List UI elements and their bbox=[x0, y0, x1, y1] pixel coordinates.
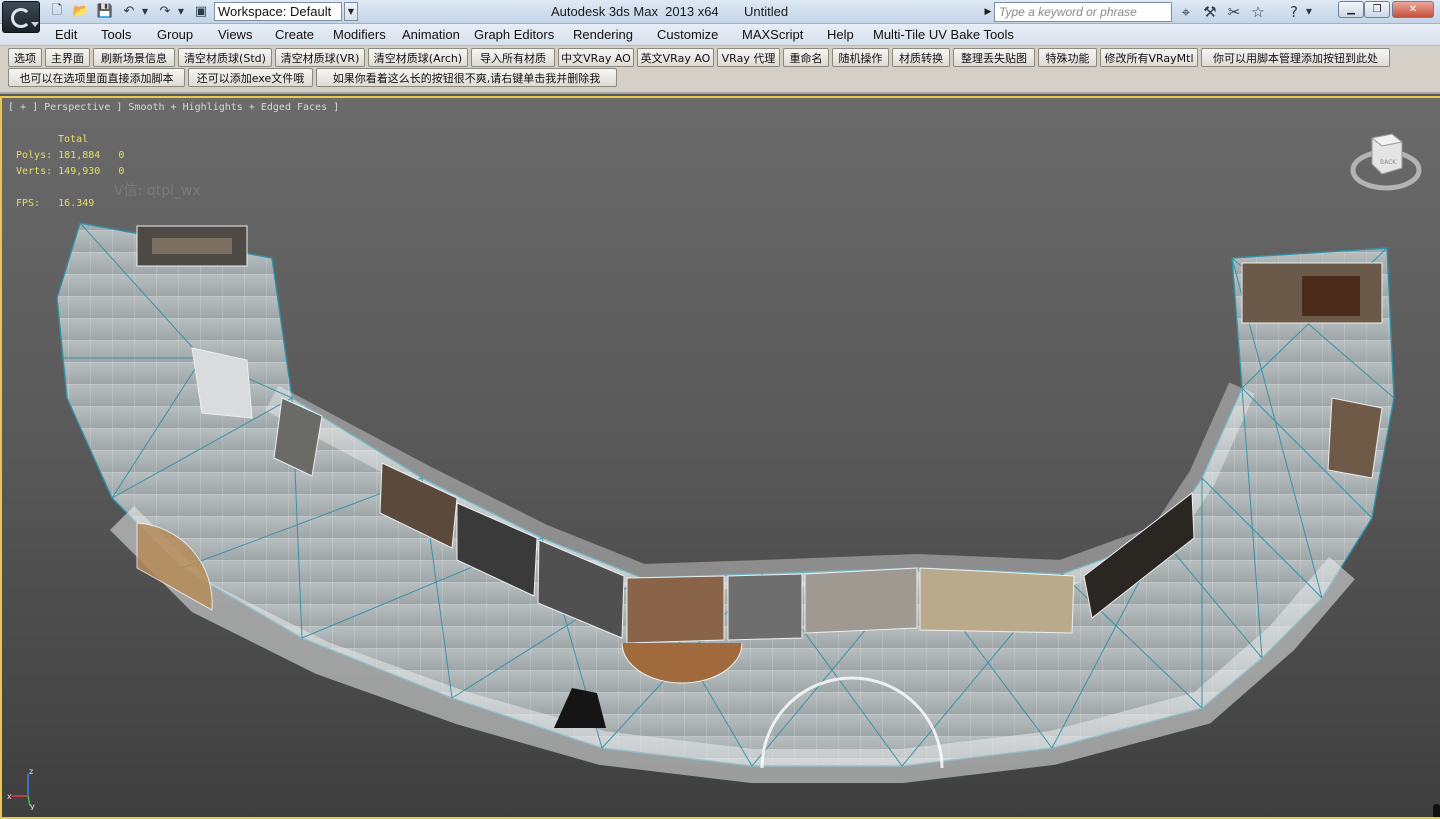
toolbar-button-clear-mtl-vr[interactable]: 清空材质球(VR) bbox=[275, 48, 365, 67]
perspective-viewport[interactable]: [ + ] Perspective ] Smooth + Highlights … bbox=[0, 96, 1440, 819]
help-icon[interactable]: ? bbox=[1284, 3, 1304, 21]
app-logo-icon bbox=[11, 8, 31, 28]
toolbar-button-random-ops[interactable]: 随机操作 bbox=[832, 48, 889, 67]
toolbar-button-import-materials[interactable]: 导入所有材质 bbox=[471, 48, 555, 67]
toolbar-button-clear-mtl-arch[interactable]: 清空材质球(Arch) bbox=[368, 48, 468, 67]
menu-help[interactable]: Help bbox=[827, 27, 854, 42]
undo-icon[interactable]: ↶ bbox=[120, 3, 138, 20]
stats-verts-selected: 0 bbox=[118, 166, 125, 177]
workspace-dropdown-icon[interactable]: ▼ bbox=[344, 2, 358, 21]
scene-render[interactable] bbox=[2, 98, 1440, 819]
toolbar-button-material-convert[interactable]: 材质转换 bbox=[892, 48, 950, 67]
menu-rendering[interactable]: Rendering bbox=[573, 27, 633, 42]
stats-verts: Verts: 149,930 0 bbox=[16, 164, 124, 180]
app-title: Autodesk 3ds Max 2013 x64 bbox=[551, 4, 719, 19]
toolbar-button-vray-ao-en[interactable]: 英文VRay AO bbox=[637, 48, 714, 67]
stats-polys: Polys: 181,884 0 bbox=[16, 148, 124, 164]
minimize-button[interactable]: ▁ bbox=[1338, 1, 1364, 18]
toolbar-button-options[interactable]: 选项 bbox=[8, 48, 42, 67]
stats-polys-total: 181,884 bbox=[58, 150, 101, 161]
binoculars-icon[interactable]: ⌖ bbox=[1176, 3, 1196, 21]
menu-create[interactable]: Create bbox=[275, 27, 314, 42]
undo-dropdown-icon[interactable]: ▼ bbox=[141, 3, 149, 20]
app-menu-arrow-icon bbox=[31, 22, 39, 27]
toolbar-button-vray-ao-cn[interactable]: 中文VRay AO bbox=[558, 48, 634, 67]
menu-tools[interactable]: Tools bbox=[101, 27, 131, 42]
stats-fps-value: 16.349 bbox=[58, 198, 95, 209]
toolbar-button-delete-me-hint[interactable]: 如果你看着这么长的按钮很不爽,请右键单击我并删除我 bbox=[316, 68, 617, 87]
toolbar-button-refresh-scene-info[interactable]: 刷新场景信息 bbox=[93, 48, 175, 67]
workspace-select[interactable]: Workspace: Default bbox=[214, 2, 342, 21]
menu-views[interactable]: Views bbox=[218, 27, 252, 42]
close-button[interactable]: ✕ bbox=[1392, 1, 1434, 18]
toolbar-button-rename[interactable]: 重命名 bbox=[783, 48, 829, 67]
toolbar-button-add-in-options-hint[interactable]: 也可以在选项里面直接添加脚本 bbox=[8, 68, 185, 87]
watermark: V信: qtpl_wx bbox=[114, 183, 201, 199]
toolbar-button-fix-missing-maps[interactable]: 整理丢失贴图 bbox=[953, 48, 1035, 67]
toolbar-button-add-script-hint[interactable]: 你可以用脚本管理添加按钮到此处 bbox=[1201, 48, 1390, 67]
stats-fps-label: FPS: bbox=[16, 198, 41, 209]
toolbar-button-modify-vraymtl[interactable]: 修改所有VRayMtl bbox=[1100, 48, 1198, 67]
menu-animation[interactable]: Animation bbox=[402, 27, 460, 42]
toolbar-button-add-exe-hint[interactable]: 还可以添加exe文件哦 bbox=[188, 68, 313, 87]
axis-x-label: x bbox=[7, 792, 12, 801]
menu-graph-editors[interactable]: Graph Editors bbox=[474, 27, 554, 42]
axis-z-label: z bbox=[29, 767, 33, 776]
stats-header: Total bbox=[58, 134, 89, 145]
axis-y-label: y bbox=[30, 802, 35, 810]
viewcube[interactable]: BACK bbox=[1350, 128, 1422, 194]
menu-customize[interactable]: Customize bbox=[657, 27, 718, 42]
tools-icon[interactable]: ⚒ bbox=[1200, 3, 1220, 21]
project-folder-icon[interactable]: ▣ bbox=[192, 3, 210, 20]
stats-fps: FPS: 16.349 bbox=[16, 196, 124, 212]
maximize-button[interactable]: ❐ bbox=[1364, 1, 1390, 18]
stats-polys-label: Polys: bbox=[16, 150, 53, 161]
axis-tripod: z x y bbox=[7, 767, 35, 810]
stats-verts-label: Verts: bbox=[16, 166, 53, 177]
redo-icon[interactable]: ↷ bbox=[156, 3, 174, 20]
toolbar-button-clear-mtl-std[interactable]: 清空材质球(Std) bbox=[178, 48, 272, 67]
menu-bar: Edit Tools Group Views Create Modifiers … bbox=[0, 24, 1440, 46]
search-input[interactable]: Type a keyword or phrase bbox=[994, 2, 1172, 22]
subscription-icon[interactable]: ✂ bbox=[1224, 3, 1244, 21]
toolbar-button-main-ui[interactable]: 主界面 bbox=[45, 48, 90, 67]
search-expand-icon[interactable]: ▶ bbox=[982, 2, 994, 21]
stats-polys-selected: 0 bbox=[118, 150, 125, 161]
stats-verts-total: 149,930 bbox=[58, 166, 101, 177]
save-icon[interactable]: 💾 bbox=[96, 3, 114, 20]
application-button[interactable] bbox=[2, 1, 40, 33]
menu-multi-tile-uv-bake[interactable]: Multi-Tile UV Bake Tools bbox=[873, 27, 1014, 42]
toolbar-button-special-functions[interactable]: 特殊功能 bbox=[1038, 48, 1097, 67]
help-dropdown-icon[interactable]: ▼ bbox=[1305, 3, 1313, 20]
viewport-label[interactable]: [ + ] Perspective ] Smooth + Highlights … bbox=[8, 102, 339, 113]
script-toolbar: 选项 主界面 刷新场景信息 清空材质球(Std) 清空材质球(VR) 清空材质球… bbox=[0, 46, 1440, 94]
app-window: 🗋 📂 💾 ↶ ▼ ↷ ▼ ▣ Workspace: Default ▼ Aut… bbox=[0, 0, 1440, 819]
title-bar: 🗋 📂 💾 ↶ ▼ ↷ ▼ ▣ Workspace: Default ▼ Aut… bbox=[0, 0, 1440, 33]
menu-maxscript[interactable]: MAXScript bbox=[742, 27, 803, 42]
new-file-icon[interactable]: 🗋 bbox=[48, 3, 66, 20]
toolbar-button-vray-proxy[interactable]: VRay 代理 bbox=[717, 48, 780, 67]
viewcube-face-label[interactable]: BACK bbox=[1380, 159, 1397, 166]
redo-dropdown-icon[interactable]: ▼ bbox=[177, 3, 185, 20]
menu-group[interactable]: Group bbox=[157, 27, 193, 42]
scene-statistics: Total Polys: 181,884 0 Verts: 149,930 0 … bbox=[16, 132, 124, 212]
star-icon[interactable]: ☆ bbox=[1248, 3, 1268, 21]
viewport-scroll-indicator[interactable] bbox=[1433, 804, 1440, 817]
document-title: Untitled bbox=[744, 4, 789, 19]
menu-modifiers[interactable]: Modifiers bbox=[333, 27, 386, 42]
menu-edit[interactable]: Edit bbox=[55, 27, 77, 42]
open-file-icon[interactable]: 📂 bbox=[72, 3, 90, 20]
